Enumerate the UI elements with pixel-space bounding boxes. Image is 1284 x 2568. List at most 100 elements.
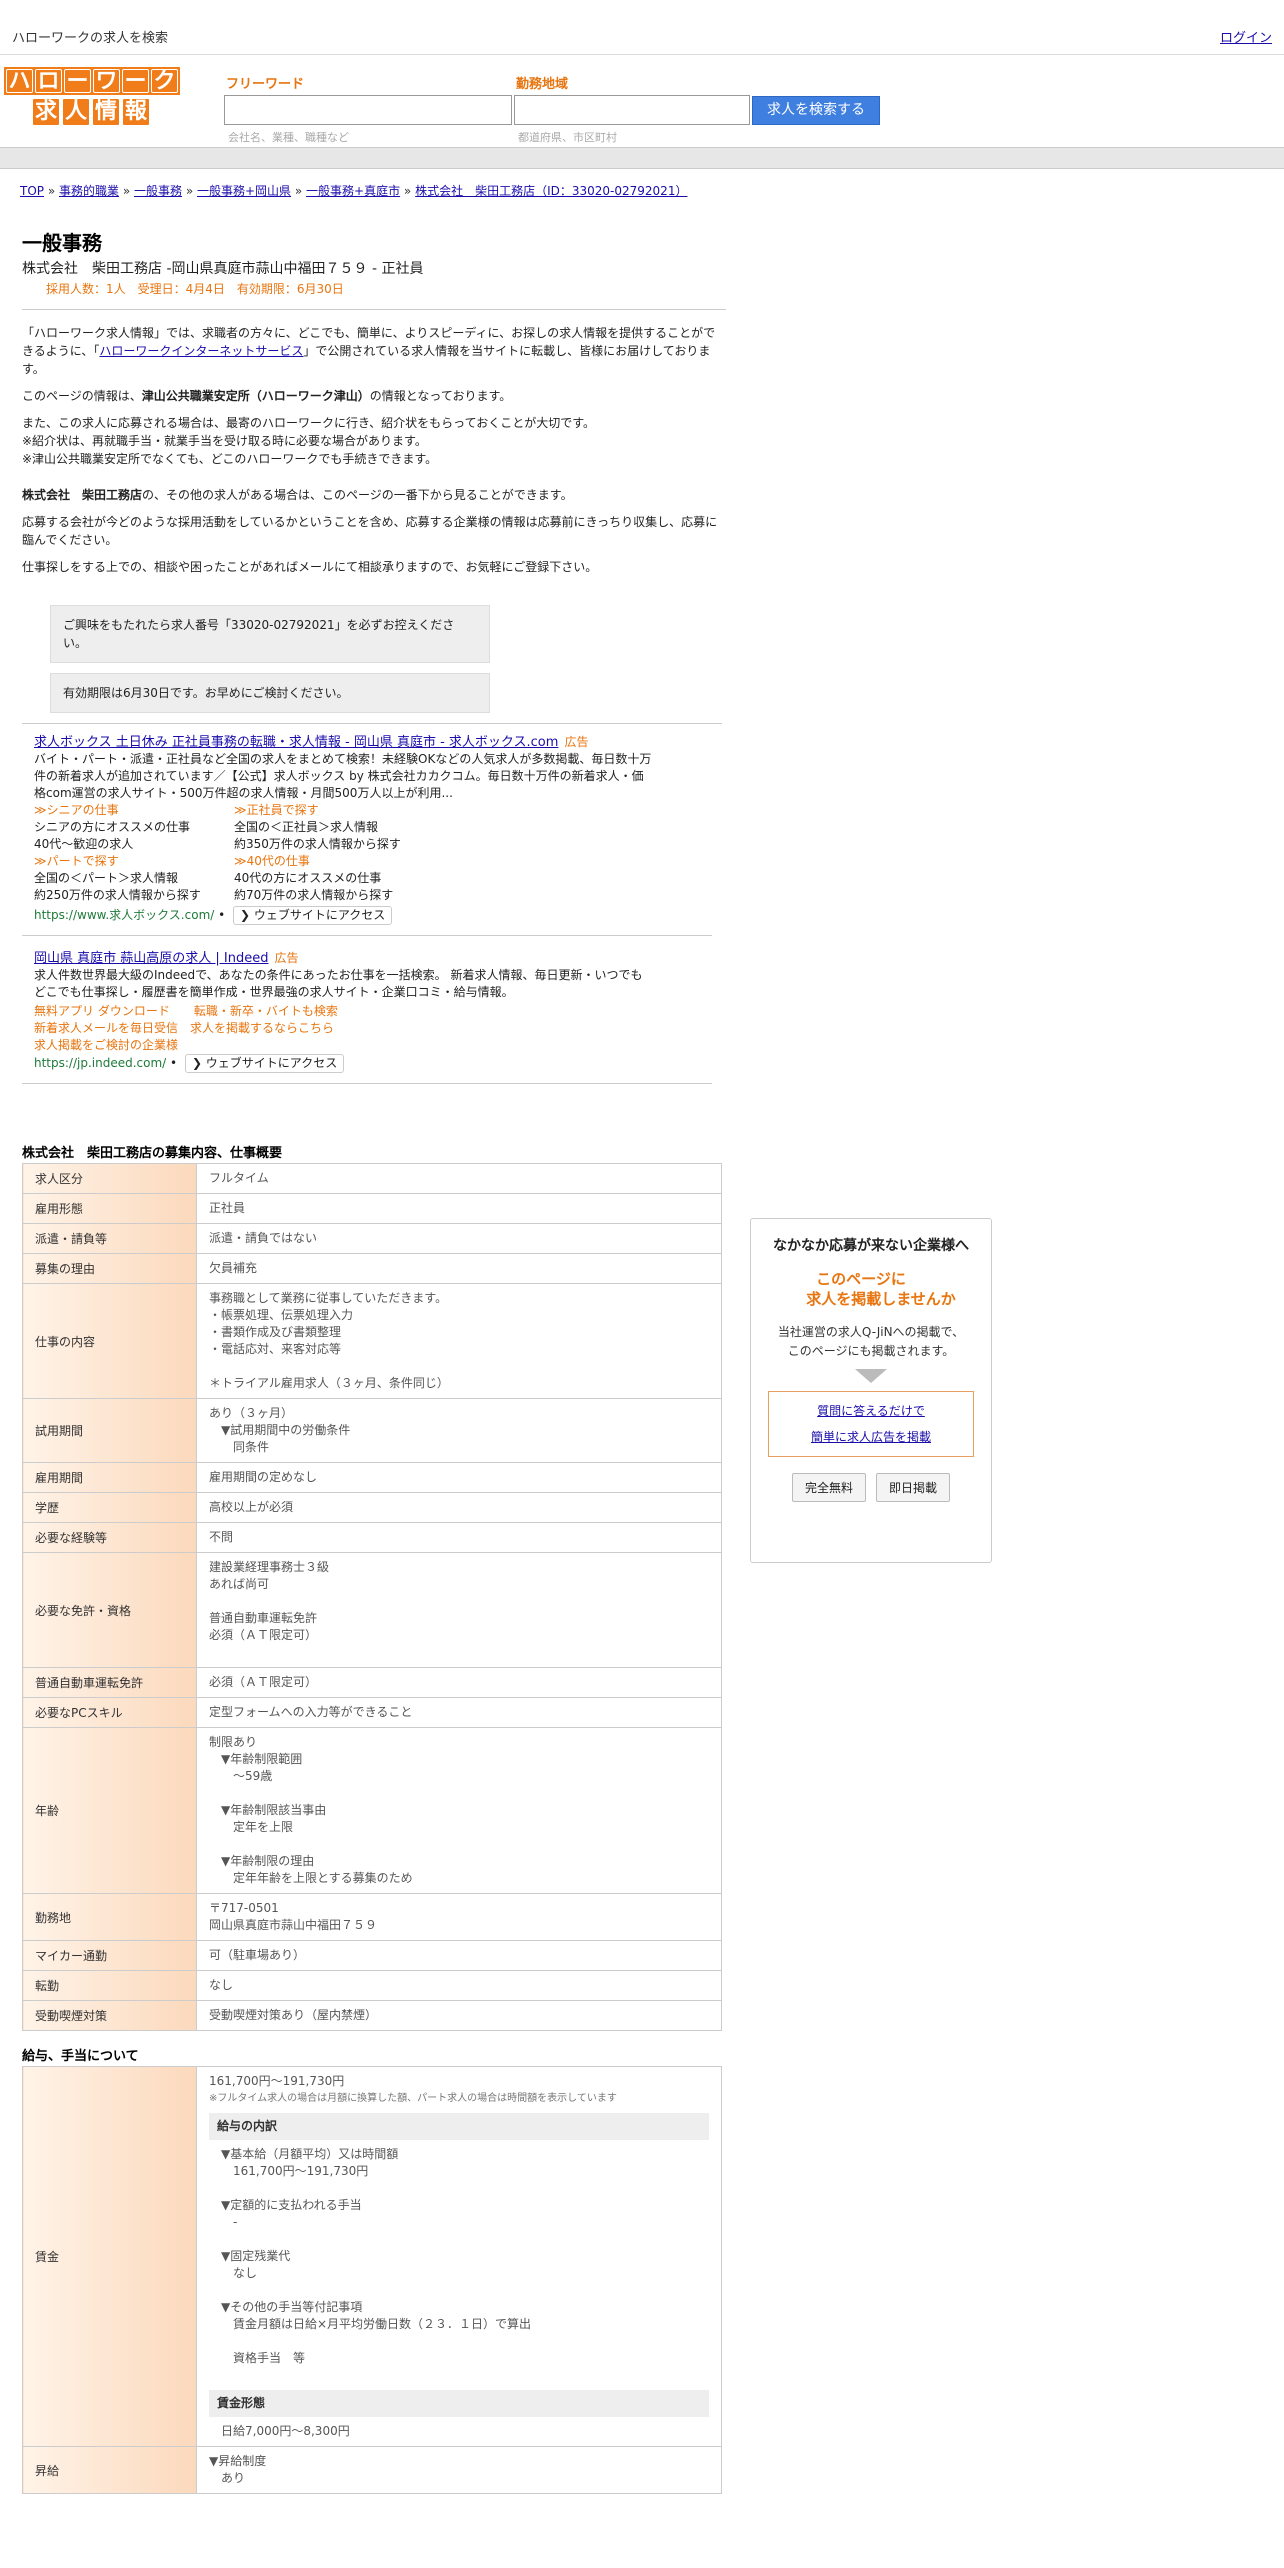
row-label: 仕事の内容 — [22, 1283, 197, 1399]
row-value: 欠員補充 — [196, 1253, 722, 1284]
keyword-placeholder: 会社名、業種、職種など — [228, 131, 349, 144]
crumb-job-city[interactable]: 一般事務+真庭市 — [306, 184, 400, 198]
row-label: 勤務地 — [22, 1893, 197, 1941]
recruit-heading: 株式会社 柴田工務店の募集内容、仕事概要 — [22, 1146, 283, 1161]
area-input[interactable] — [514, 95, 750, 125]
row-value: あり（３ヶ月） ▼試用期間中の労働条件 同条件 — [196, 1398, 722, 1463]
logo-char: ハ — [6, 69, 33, 94]
logo-char: 求 — [32, 98, 60, 126]
row-label: マイカー通勤 — [22, 1940, 197, 1971]
hellowork-link[interactable]: ハローワークインターネットサービス — [99, 344, 303, 358]
ad-sitelink[interactable]: 転職・新卒・バイトも検索 — [194, 1004, 338, 1018]
row-value: 制限あり ▼年齢制限範囲 〜59歳 ▼年齢制限該当事由 定年を上限 ▼年齢制限の… — [196, 1727, 722, 1894]
side-heading: なかなか応募が来ない企業様へ — [773, 1238, 969, 1254]
crumb-job[interactable]: 一般事務 — [134, 184, 182, 198]
salary-table: 賃金 161,700円〜191,730円 ※フルタイム求人の場合は月額に換算した… — [22, 2066, 722, 2494]
table-row: 雇用期間 雇用期間の定めなし — [22, 1462, 722, 1493]
side-link-questions[interactable]: 質問に答えるだけで — [817, 1404, 925, 1418]
crumb-company[interactable]: 株式会社 柴田工務店（ID：33020-02792021） — [415, 184, 687, 198]
area-placeholder: 都道府県、市区町村 — [518, 131, 617, 144]
table-row: 普通自動車運転免許 必須（ＡＴ限定可） — [22, 1667, 722, 1698]
ad-title-link[interactable]: 岡山県 真庭市 蒜山高原の求人 | Indeed — [34, 951, 268, 966]
ad-url[interactable]: https://jp.indeed.com/ — [34, 1056, 166, 1070]
row-value: 不問 — [196, 1522, 722, 1553]
table-row: 必要な経験等 不問 — [22, 1522, 722, 1553]
side-link-box: 質問に答えるだけで 簡単に求人広告を掲載 — [768, 1391, 974, 1457]
table-row: 雇用形態 正社員 — [22, 1193, 722, 1224]
consult-paragraph: 仕事探しをする上での、相談や困ったことがあればメールにて相談承りますので、お気軽… — [22, 560, 598, 574]
row-value: 雇用期間の定めなし — [196, 1462, 722, 1493]
deadline-box: 有効期限は6月30日です。お早めにご検討ください。 — [50, 673, 490, 713]
row-value: 受動喫煙対策あり（屋内禁煙） — [196, 2000, 722, 2031]
row-value: 161,700円〜191,730円 ※フルタイム求人の場合は月額に換算した額、パ… — [196, 2066, 722, 2447]
row-value: 〒717-0501 岡山県真庭市蒜山中福田７５９ — [196, 1893, 722, 1941]
table-row: 転勤 なし — [22, 1970, 722, 2001]
side-link-post[interactable]: 簡単に求人広告を掲載 — [811, 1430, 931, 1444]
header: ハローワーク 求人情報 フリーワード 会社名、業種、職種など 勤務地域 都道府県… — [0, 55, 1284, 147]
visit-website-button[interactable]: ❯ ウェブサイトにアクセス — [233, 906, 393, 925]
ad-title-link[interactable]: 求人ボックス 土日休み 正社員事務の転職・求人情報 - 岡山県 真庭市 - 求人… — [34, 735, 558, 750]
login-link[interactable]: ログイン — [1220, 27, 1272, 46]
table-row: 学歴 高校以上が必須 — [22, 1492, 722, 1523]
logo-char: 人 — [62, 98, 90, 126]
table-row: 求人区分 フルタイム — [22, 1163, 722, 1194]
table-row: 昇給 ▼昇給制度 あり — [22, 2446, 722, 2494]
row-value: 定型フォームへの入力等ができること — [196, 1697, 722, 1728]
keyword-input[interactable] — [224, 95, 512, 125]
row-label: 試用期間 — [22, 1398, 197, 1463]
row-label: 受動喫煙対策 — [22, 2000, 197, 2031]
free-button[interactable]: 完全無料 — [791, 1473, 866, 1502]
salary-heading: 給与、手当について — [22, 2049, 139, 2064]
row-label: 学歴 — [22, 1492, 197, 1523]
other-jobs-paragraph: 株式会社 柴田工務店の、その他の求人がある場合は、このページの一番下から見ること… — [22, 488, 573, 502]
search-button[interactable]: 求人を検索する — [752, 96, 880, 125]
table-row: 賃金 161,700円〜191,730円 ※フルタイム求人の場合は月額に換算した… — [22, 2066, 722, 2447]
table-row: 必要な免許・資格 建設業経理事務士３級 あれば尚可 普通自動車運転免許 必須（ＡＴ限定可… — [22, 1552, 722, 1668]
side-description: 当社運営の求人Q-JiNへの掲載で、 このページにも掲載されます。 — [777, 1325, 965, 1358]
same-day-button[interactable]: 即日掲載 — [876, 1473, 951, 1502]
visit-website-button[interactable]: ❯ ウェブサイトにアクセス — [184, 1054, 345, 1073]
ad-sitelink[interactable]: 新着求人メールを毎日受信 — [34, 1021, 178, 1035]
row-label: 必要な経験等 — [22, 1522, 197, 1553]
row-value: 正社員 — [196, 1193, 722, 1224]
top-bar: ハローワークの求人を検索 ログイン — [0, 0, 1284, 55]
logo-char: ロ — [35, 69, 62, 94]
logo-char: ク — [151, 69, 178, 94]
divider — [22, 935, 712, 936]
table-row: 募集の理由 欠員補充 — [22, 1253, 722, 1284]
job-meta: 採用人数：1人 受理日：4月4日 有効期限：6月30日 — [46, 282, 344, 296]
ad-sitelink[interactable]: ≫シニアの仕事 シニアの方にオススメの仕事 40代～歓迎の求人 — [34, 802, 234, 853]
divider — [22, 309, 726, 310]
row-value: なし — [196, 1970, 722, 2001]
main-content: 一般事務 株式会社 柴田工務店 -岡山県真庭市蒜山中福田７５９ - 正社員 採用… — [22, 230, 726, 2494]
row-label: 賃金 — [22, 2066, 197, 2447]
row-label: 求人区分 — [22, 1163, 197, 1194]
recruit-table: 求人区分 フルタイム 雇用形態 正社員 派遣・請負等 派遣・請負ではない 募集の理由 欠員補充… — [22, 1163, 722, 2031]
crumb-job-pref[interactable]: 一般事務+岡山県 — [197, 184, 291, 198]
row-label: 転勤 — [22, 1970, 197, 2001]
keyword-label: フリーワード — [226, 77, 305, 92]
logo-char: 情 — [92, 98, 120, 126]
logo-char: ワ — [93, 69, 120, 94]
ad-description: 求人件数世界最大級のIndeedで、あなたの条件にあったお仕事を一括検索。 新着… — [34, 968, 643, 999]
row-value: 必須（ＡＴ限定可） — [196, 1667, 722, 1698]
ad-block-2: 岡山県 真庭市 蒜山高原の求人 | Indeed 広告 求人件数世界最大級のInd… — [22, 950, 726, 1073]
site-logo[interactable]: ハローワーク 求人情報 — [4, 67, 180, 126]
divider — [22, 1083, 712, 1084]
ad-tag: 広告 — [564, 735, 589, 749]
row-label: 昇給 — [22, 2446, 197, 2494]
logo-char: 報 — [122, 98, 150, 126]
ad-sitelink[interactable]: ≫40代の仕事 40代の方にオススメの仕事 約70万件の求人情報から探す — [234, 853, 434, 904]
ad-sitelink[interactable]: ≫パートで探す 全国の＜パート＞求人情報 約250万件の求人情報から探す — [34, 853, 234, 904]
intro-paragraph: 「ハローワーク求人情報」では、求職者の方々に、どこでも、簡単に、よりスピーディに… — [22, 326, 716, 376]
ad-url[interactable]: https://www.求人ボックス.com/ — [34, 908, 214, 922]
logo-char: ー — [64, 69, 91, 94]
row-label: 派遣・請負等 — [22, 1223, 197, 1254]
crumb-top[interactable]: TOP — [20, 184, 44, 198]
crumb-category[interactable]: 事務的職業 — [59, 184, 119, 198]
job-number-box: ご興味をもたれたら求人番号「33020-02792021」を必ずお控えください。 — [50, 605, 490, 663]
ad-sitelink[interactable]: 求人を掲載するならこちら — [190, 1021, 334, 1035]
ad-sitelink[interactable]: 無料アプリ ダウンロード — [34, 1004, 170, 1018]
ad-sitelink[interactable]: 求人掲載をご検討の企業様 — [34, 1038, 178, 1052]
ad-sitelink[interactable]: ≫正社員で探す 全国の＜正社員＞求人情報 約350万件の求人情報から探す — [234, 802, 434, 853]
